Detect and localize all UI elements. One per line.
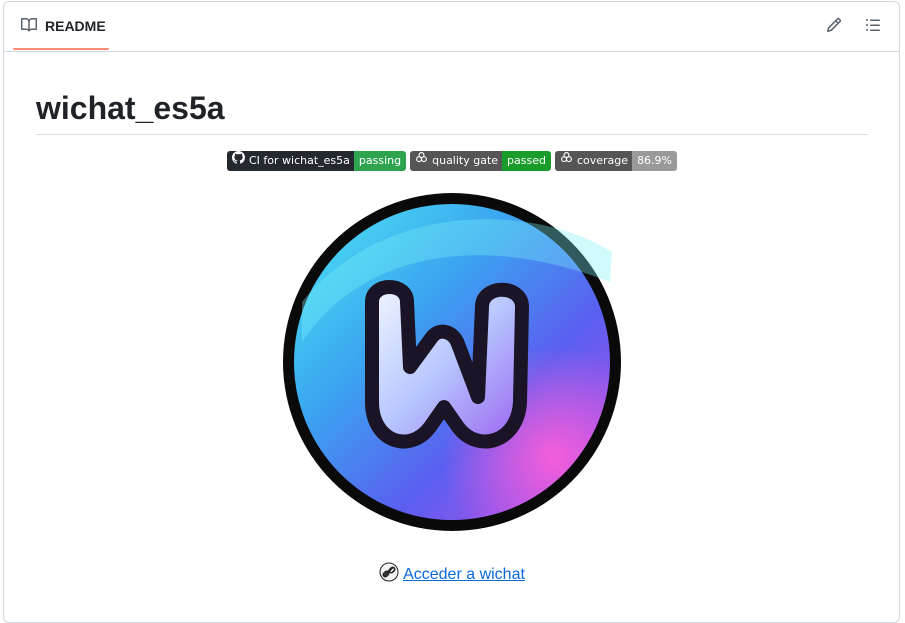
ci-badge[interactable]: CI for wichat_es5a passing [226,151,407,171]
quality-gate-badge[interactable]: quality gate passed [410,151,551,171]
quality-gate-label-segment: quality gate [410,151,503,171]
tab-readme-label: README [45,18,106,34]
badge-row: CI for wichat_es5a passing quality gate … [36,151,868,171]
ci-badge-label-segment: CI for wichat_es5a [226,151,354,171]
title-divider [36,134,868,135]
link-icon [379,562,399,587]
ci-badge-value: passing [353,151,407,171]
pencil-icon [826,17,842,38]
sonarcloud-icon [415,151,428,171]
coverage-badge[interactable]: coverage 86.9% [554,151,678,171]
outline-button[interactable] [859,13,887,41]
quality-gate-label: quality gate [432,154,499,167]
active-tab-indicator [13,48,109,50]
coverage-label-segment: coverage [554,151,633,171]
readme-panel: README wichat_es5a CI for wichat_es5a pa… [3,1,900,623]
github-icon [231,151,245,171]
coverage-value: 86.9% [632,151,678,171]
app-link[interactable]: Acceder a wichat [403,566,525,584]
app-link-row: Acceder a wichat [36,562,868,587]
book-icon [21,17,38,36]
edit-button[interactable] [820,13,848,41]
page-title: wichat_es5a [36,90,225,126]
quality-gate-value: passed [502,151,551,171]
ci-badge-label: CI for wichat_es5a [248,154,350,167]
coverage-label: coverage [576,154,629,167]
list-unordered-icon [865,17,881,38]
wichat-logo [282,192,622,532]
readme-header: README [4,2,899,52]
sonarcloud-icon [560,151,573,171]
tab-readme[interactable]: README [13,2,109,50]
